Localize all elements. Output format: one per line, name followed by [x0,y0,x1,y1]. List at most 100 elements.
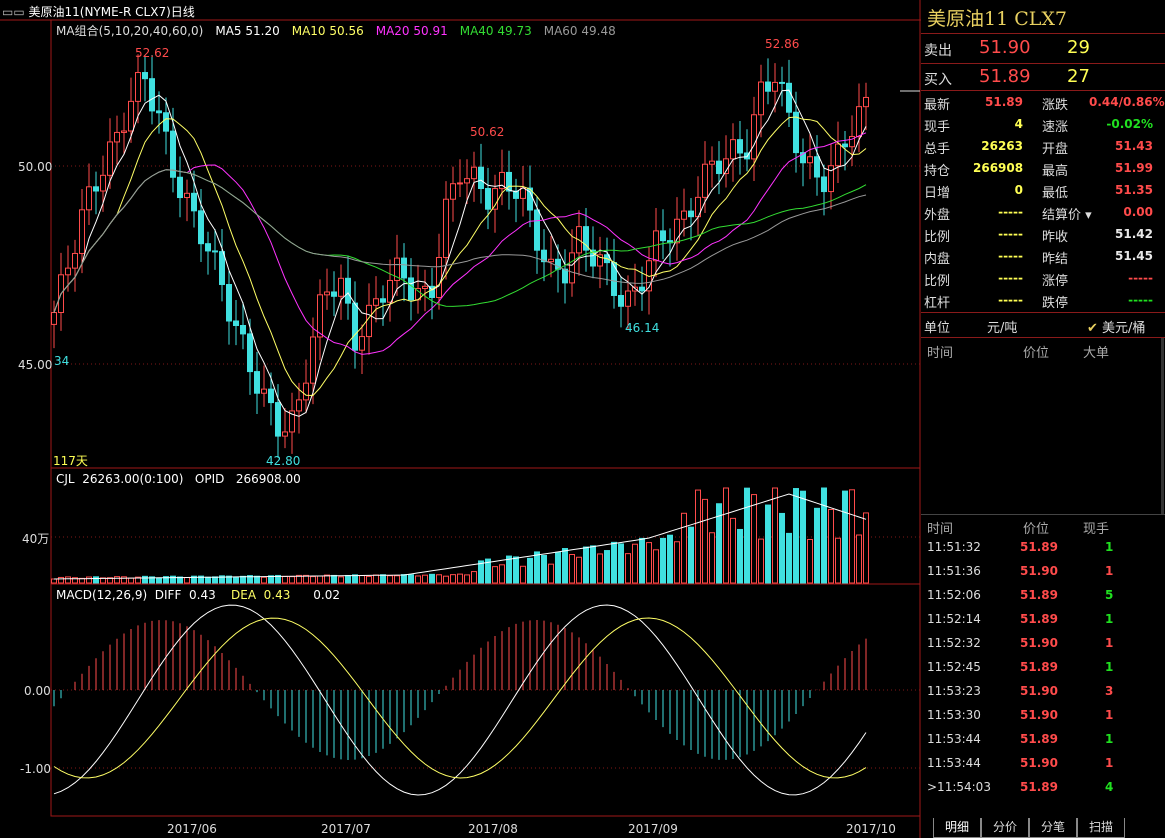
volume-bar [380,574,386,584]
volume-bar [569,554,575,584]
candle [618,276,624,328]
candle [814,135,820,196]
volume-bar [793,488,799,584]
tab-trades[interactable]: 分笔 [1029,818,1077,838]
volume-bar [58,576,64,584]
volume-bar [289,576,295,584]
quote-value: 51.42 [1115,227,1153,241]
volume-bar [730,517,736,584]
quote-value: ----- [998,271,1023,285]
candle [674,197,680,261]
volume-bar [772,487,778,584]
candle [289,392,295,454]
candle [478,143,484,204]
unit-alt-toggle[interactable]: ✔ 美元/桶 [1087,317,1145,336]
candle [800,138,806,187]
volume-legend: CJL 26263.00(0:100) OPID 266908.00 [56,472,301,486]
candle [275,384,281,458]
tab-price-dist[interactable]: 分价 [981,818,1029,838]
candle [338,264,344,320]
diff-value: 0.43 [189,588,216,602]
volume-bar [282,575,288,584]
quote-value: ----- [998,227,1023,241]
quote-panel: 美原油11 CLX7 卖出 51.90 29 买入 51.89 27 最新 51.… [921,0,1165,838]
quote-value: -0.02% [1106,117,1153,131]
volume-bar [415,575,421,584]
bigorder-scrollbar[interactable] [1161,338,1164,514]
window-menu-icon[interactable]: ▭▭ [2,5,29,19]
candle [387,259,393,322]
cjl-value: 26263.00(0:100) [82,472,184,486]
candle [233,300,239,346]
quote-label: 昨结 [1042,252,1069,267]
volume-bar [443,575,449,584]
candle [863,82,869,131]
dea-value: 0.43 [263,588,291,602]
quote-value: 0.44/0.86% [1089,95,1165,109]
candle [821,164,827,216]
volume-bar [548,563,554,584]
quote-value: 4 [1014,117,1023,131]
volume-bar [786,532,792,584]
volume-bar [534,551,540,584]
candle [86,163,92,226]
tick-qty: 1 [1105,564,1114,578]
quote-label[interactable]: 结算价 ▾ [1042,204,1092,223]
volume-bar [821,487,827,584]
tab-detail[interactable]: 明细 [933,818,981,838]
detail-tabs: 明细 分价 分笔 扫描 [921,818,1165,838]
candle [282,408,288,449]
volume-bar [128,577,134,584]
tick-price: 51.89 [1020,780,1058,794]
date-label-sep: 2017/09 [628,822,678,836]
candle [184,179,190,222]
price-high-label-3: 52.86 [765,37,800,51]
volume-bar [646,542,652,584]
volume-bar [576,556,582,584]
quote-value: ----- [998,205,1023,219]
tick-row: 11:53:23 51.90 3 [921,680,1165,704]
volume-bar [212,576,218,584]
candle [394,234,400,296]
tick-row: >11:54:03 51.89 4 [921,776,1165,800]
volume-bar [156,577,162,584]
tick-time: 11:53:44 [927,732,981,746]
candle [660,209,666,260]
candle [149,55,155,125]
ma-group-label[interactable]: MA组合(5,10,20,40,60,0) [56,24,203,38]
candle [576,210,582,276]
volume-bar [114,576,120,584]
unit-alt-text: 美元/桶 [1097,321,1146,336]
volume-bar [744,487,750,584]
bigorder-time-header: 时间 [927,346,954,361]
volume-bar [65,576,71,584]
volume-bar [653,549,659,584]
price-axis-label-45: 45.00 [18,358,53,372]
candle [667,228,673,267]
quote-label: 外盘 [924,208,951,223]
volume-bar [86,576,92,584]
tick-row: 11:53:44 51.89 1 [921,728,1165,752]
macd-name[interactable]: MACD(12,26,9) [56,588,147,602]
unit-value[interactable]: 元/吨 [987,317,1017,336]
candle [352,281,358,369]
kline-chart[interactable] [0,0,921,838]
volume-bar [639,537,645,584]
checkmark-icon: ✔ [1087,321,1098,336]
candle [317,279,323,361]
candle [177,156,183,218]
volume-bar [814,507,820,584]
ma60-label: MA60 49.48 [543,24,616,38]
candle [128,77,134,143]
tab-scan[interactable]: 扫描 [1077,818,1125,838]
volume-bar [338,576,344,584]
buy-price: 51.89 [979,66,1031,87]
volume-bar [142,575,148,584]
volume-bar [429,573,435,584]
volume-bar [737,528,743,584]
volume-bar [632,543,638,584]
candle [191,170,197,228]
volume-bar [590,545,596,584]
candle [485,167,491,230]
chart-area[interactable]: ▭▭ 美原油11(NYME-R CLX7)日线 MA组合(5,10,20,40,… [0,0,921,838]
